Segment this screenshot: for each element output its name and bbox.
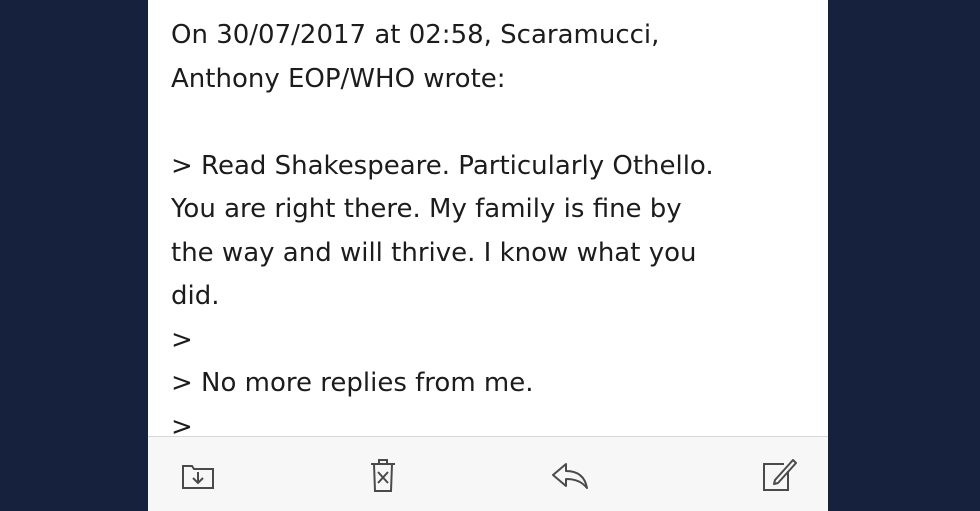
- move-to-folder-icon: [182, 465, 214, 489]
- mail-message-view: On 30/07/2017 at 02:58, Scaramucci, Anth…: [148, 0, 828, 511]
- email-line-blank: [171, 101, 811, 145]
- compose-icon: [763, 459, 797, 491]
- email-body: On 30/07/2017 at 02:58, Scaramucci, Anth…: [171, 14, 811, 434]
- compose-button[interactable]: [756, 453, 800, 497]
- move-to-folder-button[interactable]: [176, 453, 220, 497]
- screenshot-frame: On 30/07/2017 at 02:58, Scaramucci, Anth…: [0, 0, 980, 511]
- email-line-quoted-3: the way and will thrive. I know what you: [171, 237, 697, 268]
- email-line-quote-header-2: Anthony EOP/WHO wrote:: [171, 63, 506, 94]
- trash-button[interactable]: [361, 453, 405, 497]
- message-toolbar: [148, 436, 828, 511]
- email-line-quoted-1: > Read Shakespeare. Particularly Othello…: [171, 150, 714, 181]
- email-line-quoted-4: did.: [171, 281, 220, 311]
- email-line-quoted-2: You are right there. My family is fine b…: [171, 194, 682, 224]
- email-line-quoted-5: >: [171, 324, 193, 355]
- email-line-quoted-7: >: [171, 411, 193, 435]
- email-line-quote-header-1: On 30/07/2017 at 02:58, Scaramucci,: [171, 20, 660, 50]
- trash-icon: [371, 459, 395, 492]
- reply-button[interactable]: [548, 453, 592, 497]
- reply-icon: [552, 463, 588, 489]
- email-line-quoted-6: > No more replies from me.: [171, 368, 534, 398]
